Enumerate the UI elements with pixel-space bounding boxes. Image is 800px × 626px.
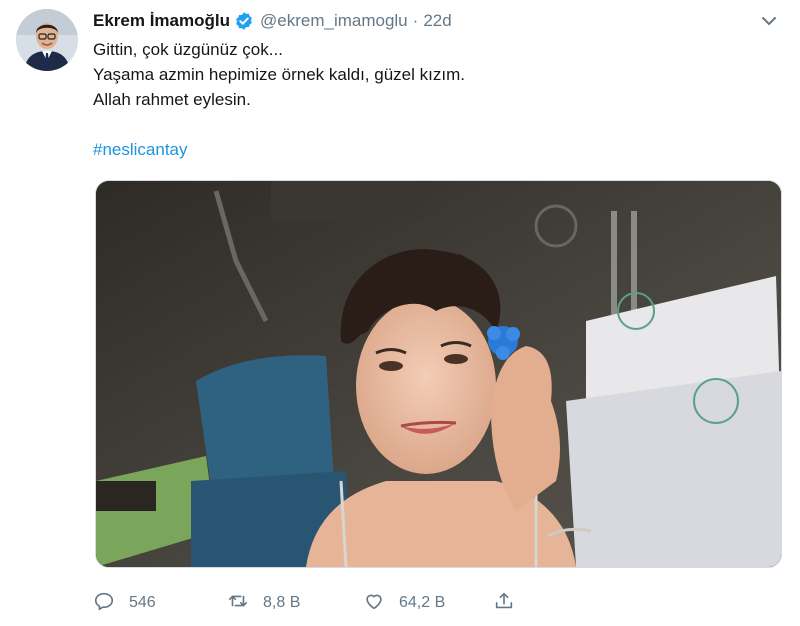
verified-badge-icon (234, 11, 254, 31)
tweet-photo[interactable] (95, 180, 782, 568)
avatar[interactable] (16, 9, 78, 71)
share-icon (493, 590, 515, 617)
reply-count: 546 (129, 594, 156, 611)
tweet-actions: 546 8,8 B 64,2 B (93, 590, 533, 616)
chevron-down-icon[interactable] (758, 10, 780, 32)
tweet-text: Gittin, çok üzgünüz çok... Yaşama azmin … (93, 37, 776, 162)
like-count: 64,2 B (399, 594, 446, 611)
separator-dot: · (412, 11, 419, 30)
reply-button[interactable]: 546 (93, 590, 227, 617)
like-button[interactable]: 64,2 B (363, 590, 493, 617)
tweet-header: Ekrem İmamoğlu @ekrem_imamoglu · 22d (93, 9, 780, 33)
reply-icon (93, 590, 115, 617)
display-name[interactable]: Ekrem İmamoğlu (93, 11, 230, 31)
hashtag-link[interactable]: #neslicantay (93, 137, 188, 162)
tweet-line: Gittin, çok üzgünüz çok... (93, 40, 283, 59)
retweet-button[interactable]: 8,8 B (227, 590, 363, 617)
retweet-count: 8,8 B (263, 594, 301, 611)
tweet-line: Allah rahmet eylesin. (93, 90, 251, 109)
user-handle[interactable]: @ekrem_imamoglu (260, 11, 408, 31)
timestamp[interactable]: 22d (423, 11, 451, 31)
tweet-line: Yaşama azmin hepimize örnek kaldı, güzel… (93, 65, 465, 84)
retweet-icon (227, 590, 249, 617)
share-button[interactable] (493, 590, 515, 617)
tweet-card[interactable]: Ekrem İmamoğlu @ekrem_imamoglu · 22d Git… (0, 0, 800, 626)
heart-icon (363, 590, 385, 617)
